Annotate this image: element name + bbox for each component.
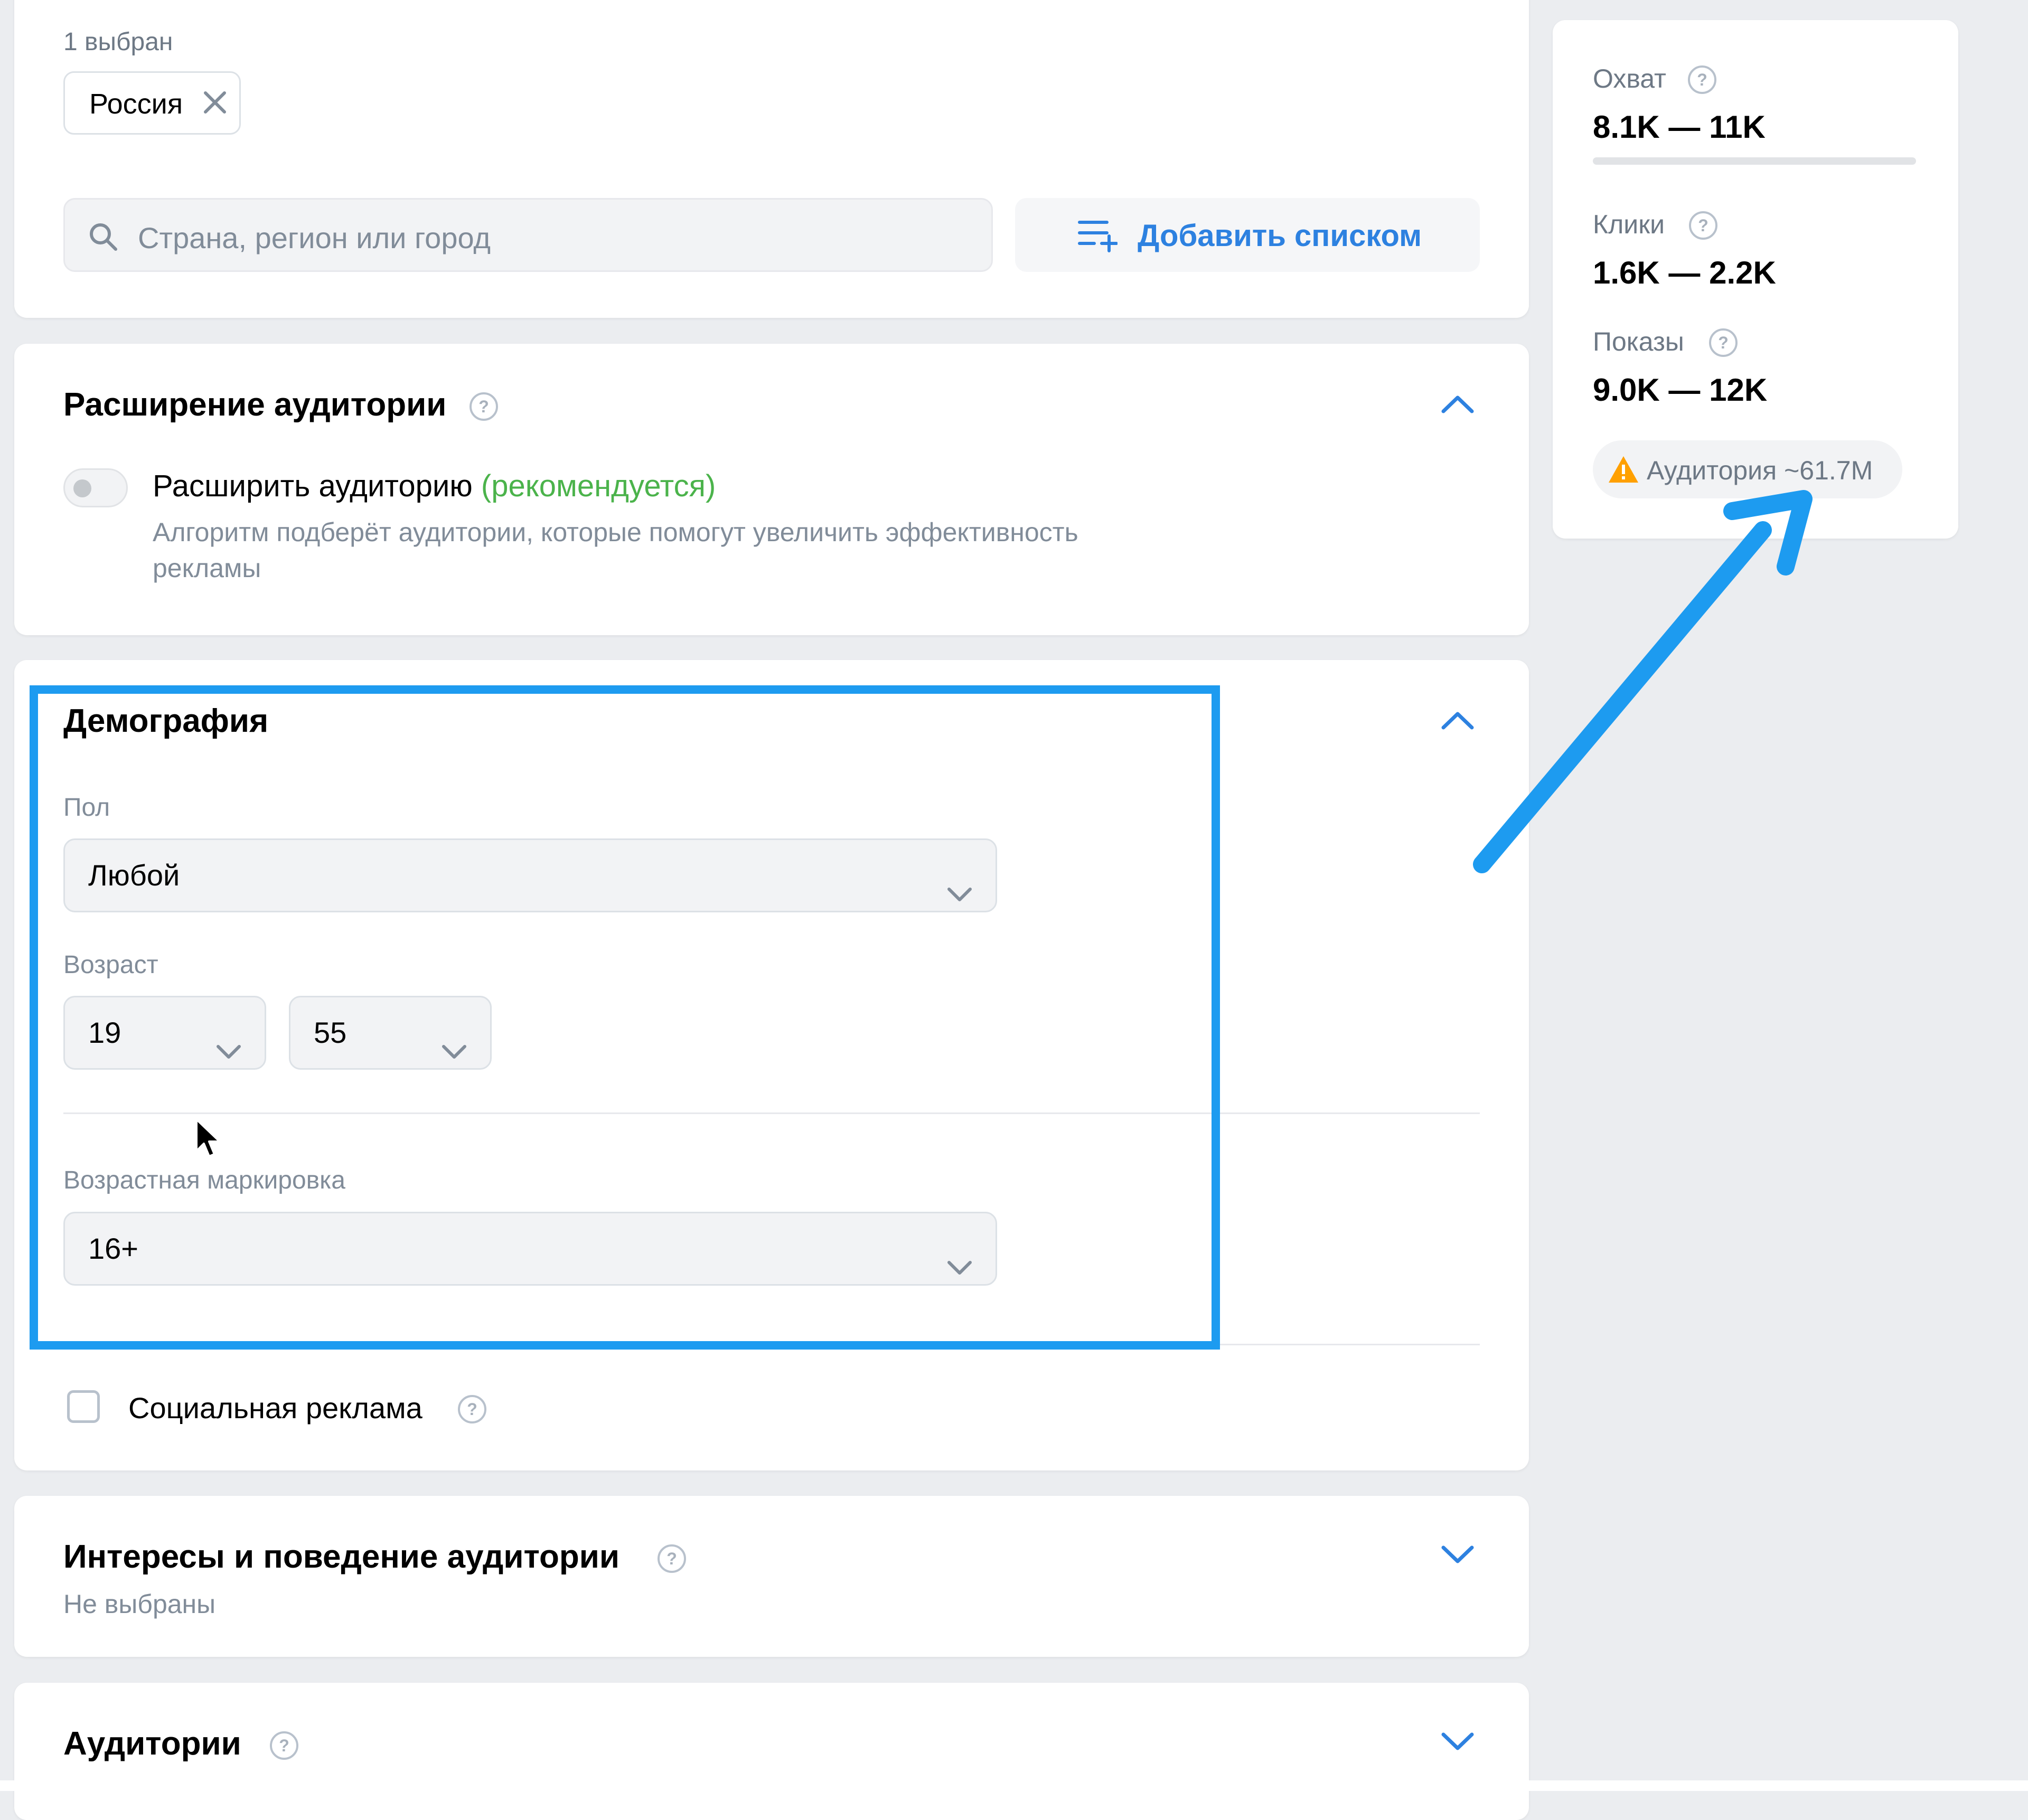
mouse-cursor-icon bbox=[195, 1118, 221, 1157]
annotation-arrow bbox=[1473, 490, 1813, 873]
